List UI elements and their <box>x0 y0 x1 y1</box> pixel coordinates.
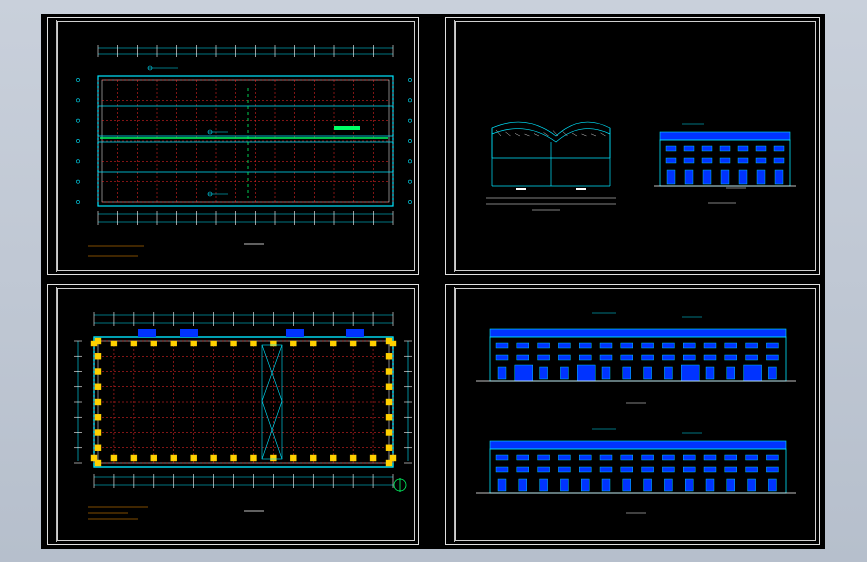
drawing-sheet-elevations[interactable] <box>445 284 820 545</box>
drawing-sheet-floor-plan[interactable] <box>47 284 419 545</box>
sections-drawing <box>486 121 796 211</box>
north-arrow-icon <box>393 478 407 492</box>
elevations-drawing <box>476 312 796 514</box>
drawing-sheet-roof-plan[interactable] <box>47 17 419 275</box>
cad-canvas[interactable] <box>41 14 825 549</box>
floor-plan-drawing <box>74 312 412 520</box>
drawing-sheet-sections[interactable] <box>445 17 820 275</box>
roof-plan-drawing <box>76 45 412 257</box>
